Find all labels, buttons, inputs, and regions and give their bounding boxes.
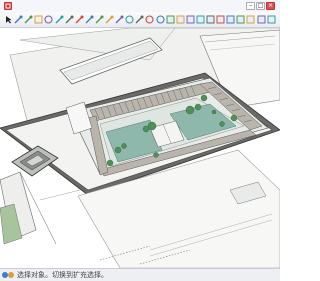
status-info-icon (2, 272, 14, 278)
status-bar: 选择对象。切换到扩充选择。 (0, 268, 280, 281)
textured-icon[interactable] (266, 14, 277, 25)
model-drawing (0, 28, 280, 268)
maximize-icon[interactable]: □ (256, 2, 265, 10)
status-text: 选择对象。切换到扩充选择。 (17, 271, 108, 279)
sketchup-app-icon (4, 2, 12, 10)
main-toolbar (0, 12, 280, 28)
minimize-icon[interactable]: – (246, 2, 255, 10)
model-viewport[interactable] (0, 28, 280, 268)
close-icon[interactable]: × (266, 2, 275, 10)
